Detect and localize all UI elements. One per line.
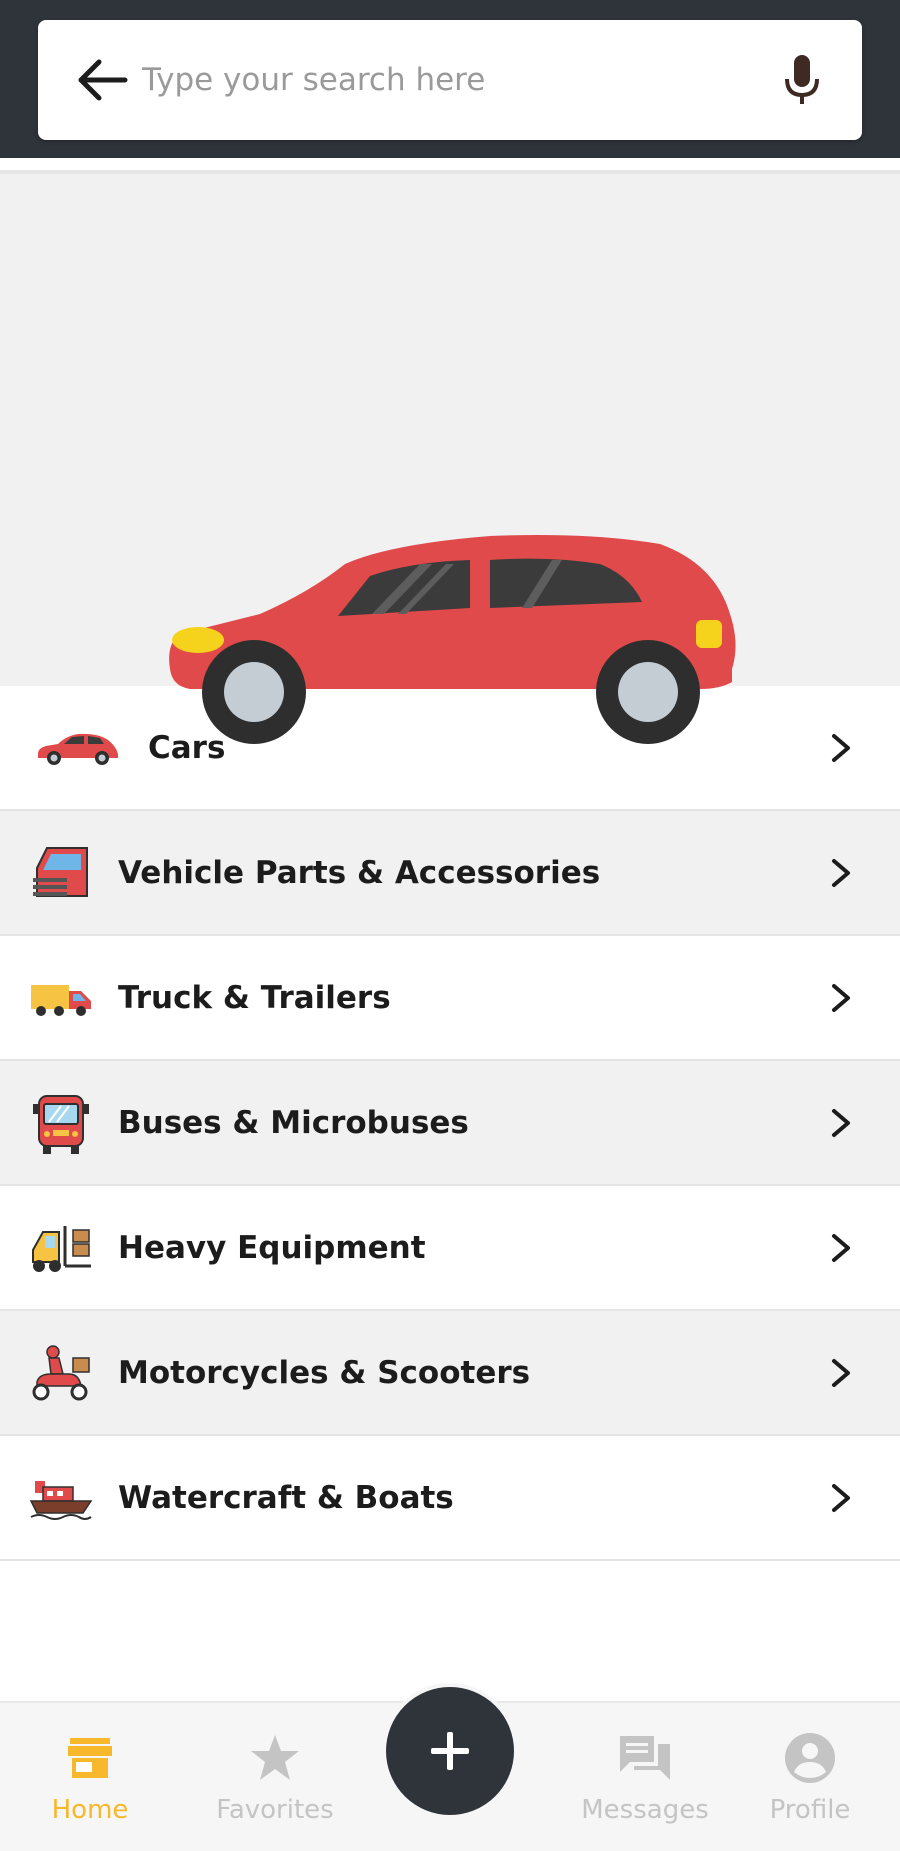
boat-icon — [28, 1466, 94, 1532]
category-label: Vehicle Parts & Accessories — [118, 854, 601, 891]
hero-banner — [0, 174, 900, 744]
category-item-buses[interactable]: Buses & Microbuses — [0, 1061, 900, 1186]
category-item-motorcycles[interactable]: Motorcycles & Scooters — [0, 1311, 900, 1436]
category-item-trucks[interactable]: Truck & Trailers — [0, 936, 900, 1061]
chevron-right-icon — [832, 984, 850, 1012]
chevron-right-icon — [832, 1359, 850, 1387]
bus-icon — [28, 1091, 94, 1157]
search-input[interactable] — [142, 46, 702, 114]
nav-home-label: Home — [51, 1795, 129, 1825]
chevron-right-icon — [832, 1484, 850, 1512]
chat-bubbles-icon — [618, 1729, 672, 1787]
search-header — [0, 0, 900, 158]
category-label: Cars — [148, 729, 226, 766]
account-circle-icon — [784, 1729, 836, 1787]
back-arrow-icon[interactable] — [66, 50, 138, 110]
category-label: Truck & Trailers — [118, 979, 391, 1016]
nav-profile[interactable]: Profile — [755, 1703, 865, 1851]
category-label: Watercraft & Boats — [118, 1479, 454, 1516]
forklift-icon — [28, 1216, 94, 1282]
category-label: Heavy Equipment — [118, 1229, 426, 1266]
car-icon — [28, 716, 118, 782]
chevron-right-icon — [832, 1109, 850, 1137]
category-item-watercraft[interactable]: Watercraft & Boats — [0, 1436, 900, 1561]
star-icon — [249, 1729, 301, 1787]
nav-favorites[interactable]: Favorites — [210, 1703, 340, 1851]
nav-favorites-label: Favorites — [216, 1795, 334, 1825]
category-item-vehicle-parts[interactable]: Vehicle Parts & Accessories — [0, 811, 900, 936]
search-bar — [38, 20, 862, 140]
category-label: Buses & Microbuses — [118, 1104, 469, 1141]
nav-profile-label: Profile — [769, 1795, 851, 1825]
category-list: Cars Vehicle Parts & Accessories Truck &… — [0, 686, 900, 1561]
category-item-cars[interactable]: Cars — [0, 686, 900, 811]
plus-icon — [431, 1732, 469, 1770]
category-label: Motorcycles & Scooters — [118, 1354, 531, 1391]
nav-messages[interactable]: Messages — [570, 1703, 720, 1851]
chevron-right-icon — [832, 1234, 850, 1262]
nav-messages-label: Messages — [581, 1795, 709, 1825]
scooter-icon — [28, 1341, 94, 1407]
category-item-heavy-equipment[interactable]: Heavy Equipment — [0, 1186, 900, 1311]
chevron-right-icon — [832, 734, 850, 762]
chevron-right-icon — [832, 859, 850, 887]
car-door-icon — [28, 841, 94, 907]
nav-home[interactable]: Home — [30, 1703, 150, 1851]
store-icon — [66, 1729, 114, 1787]
microphone-icon[interactable] — [772, 46, 832, 114]
add-listing-button[interactable] — [382, 1683, 518, 1819]
truck-icon — [28, 966, 94, 1032]
